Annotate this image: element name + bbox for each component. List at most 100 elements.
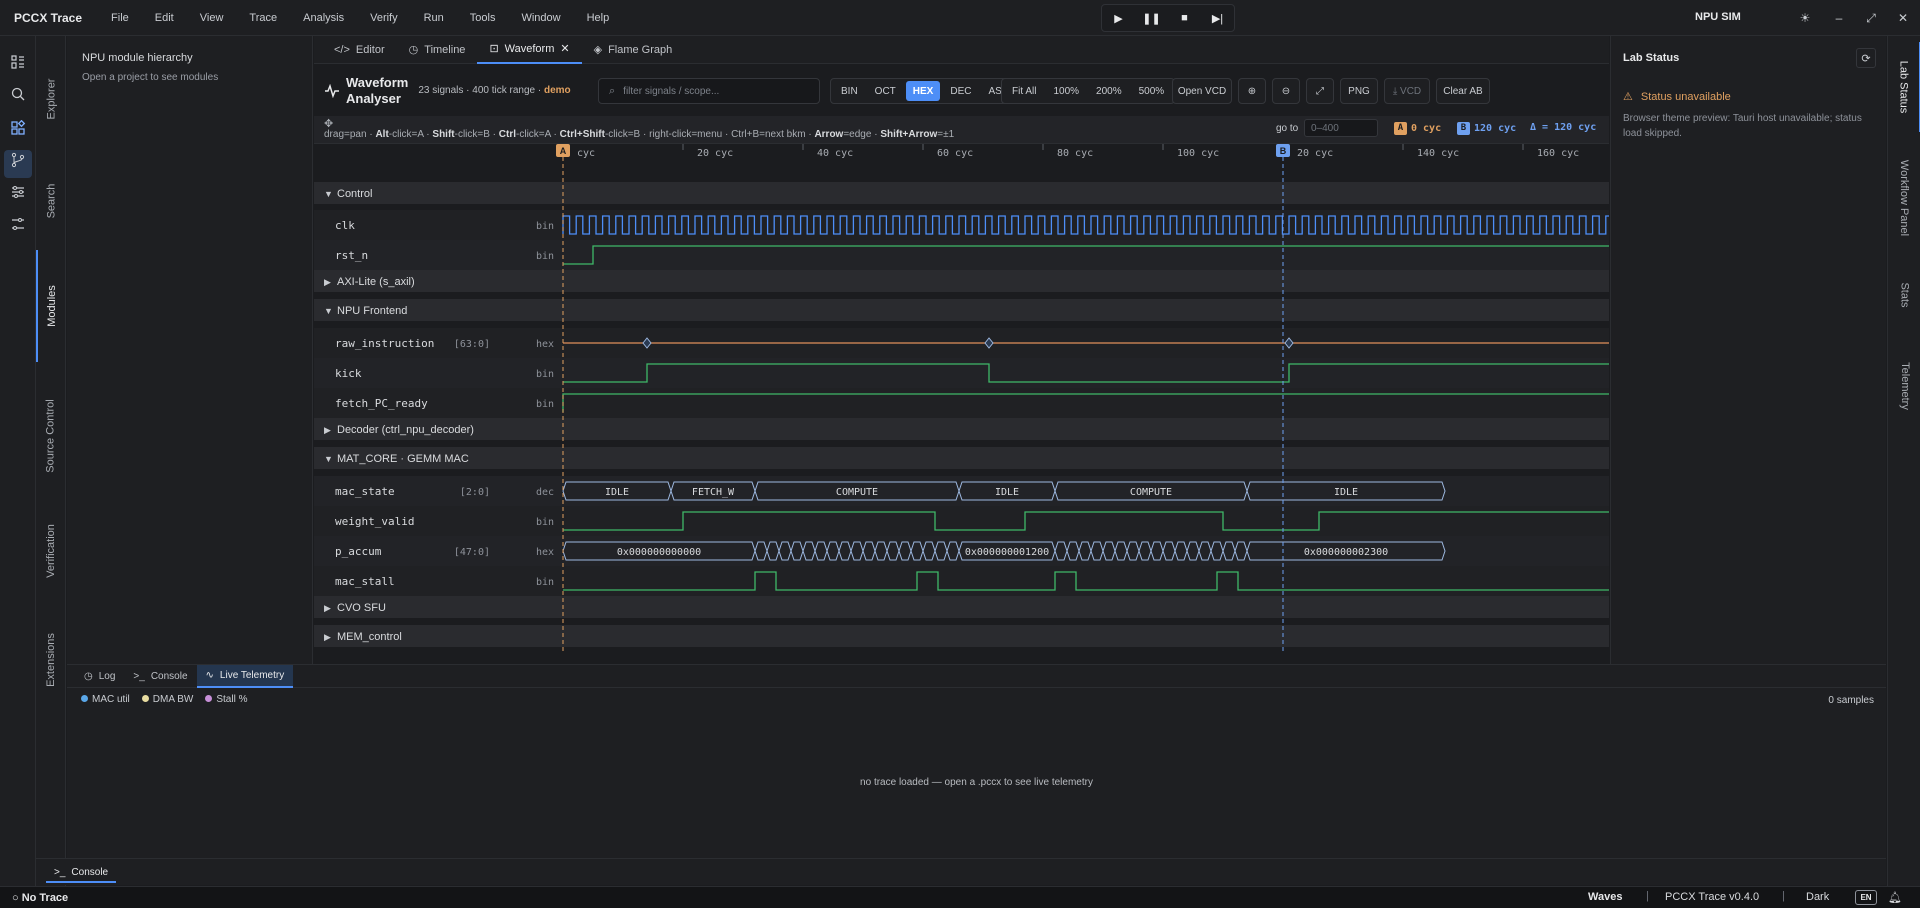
radix-oct-button[interactable]: OCT (868, 81, 903, 101)
status-bar: ○ No Trace Waves | PCCX Trace v0.4.0 | D… (0, 886, 1920, 908)
menu-trace[interactable]: Trace (236, 12, 290, 24)
waveform-canvas[interactable]: cyc 20 cyc 40 cyc 60 cyc 80 cyc 100 cyc 20 cyc… (314, 144, 1609, 652)
search-icon[interactable] (8, 84, 28, 104)
signal-radix: bin (536, 251, 554, 262)
rvtab-telemetry[interactable]: Telemetry (1888, 336, 1920, 436)
theme-toggle-icon[interactable]: ☀ (1795, 8, 1815, 28)
console-strip-tab[interactable]: >_ Console (46, 863, 117, 883)
modules-icon[interactable] (8, 118, 28, 138)
zoom-100-button[interactable]: 100% (1046, 81, 1086, 101)
explorer-icon[interactable] (8, 52, 28, 72)
activity-icon (325, 83, 339, 98)
signal-row (314, 240, 1609, 270)
tab-waveform[interactable]: ⊡ Waveform ✕ (477, 36, 582, 64)
verification-icon[interactable] (8, 182, 28, 202)
pause-icon[interactable]: ❚❚ (1142, 8, 1162, 28)
status-waves[interactable]: Waves (1588, 891, 1622, 903)
menu-run[interactable]: Run (411, 12, 457, 24)
rvtab-lab-status[interactable]: Lab Status (1888, 42, 1920, 132)
group-label: Decoder (ctrl_npu_decoder) (337, 424, 474, 436)
play-icon[interactable]: ▶ (1109, 8, 1129, 28)
bell-icon[interactable]: 🔔︎ (1888, 891, 1902, 904)
menu-verify[interactable]: Verify (357, 12, 411, 24)
export-vcd-button[interactable]: ⤓ VCD (1384, 78, 1430, 104)
close-icon[interactable]: ✕ (1893, 8, 1913, 28)
group-label: Control (337, 188, 372, 200)
menu-edit[interactable]: Edit (142, 12, 187, 24)
signal-row (314, 506, 1609, 536)
close-tab-icon[interactable]: ✕ (560, 42, 569, 55)
tab-editor[interactable]: </> Editor (322, 36, 397, 64)
radix-bin-button[interactable]: BIN (834, 81, 865, 101)
goto-input[interactable] (1304, 119, 1378, 137)
clear-ab-button[interactable]: Clear AB (1436, 78, 1490, 104)
zoom-out-icon[interactable]: ⊖ (1272, 78, 1300, 104)
vtab-explorer[interactable]: Explorer (36, 44, 66, 154)
minimize-icon[interactable]: – (1829, 8, 1849, 28)
signal-filter[interactable]: ⌕ (598, 78, 820, 104)
signal-name: rst_n (335, 249, 368, 262)
settings-sliders-icon[interactable] (8, 214, 28, 234)
tab-timeline[interactable]: ◷ Timeline (397, 36, 478, 64)
stop-icon[interactable]: ■ (1175, 8, 1195, 28)
fullscreen-icon[interactable]: ⤢ (1306, 78, 1334, 104)
p-accum-value: 0x000000001200 (965, 547, 1049, 558)
tab-console[interactable]: >_ Console (124, 665, 196, 688)
source-control-icon[interactable] (8, 150, 28, 170)
cursor-b-readout: B 120 cyc (1457, 122, 1516, 135)
signal-width: [47:0] (454, 547, 490, 558)
zoom-200-button[interactable]: 200% (1089, 81, 1129, 101)
rvtab-workflow-panel[interactable]: Workflow Panel (1888, 138, 1920, 258)
mac-state-value: COMPUTE (836, 487, 878, 498)
bottom-panel: ◷ Log >_ Console ∿ Live Telemetry MAC util … (67, 664, 1886, 858)
signal-radix: bin (536, 221, 554, 232)
zoom-group: Fit All 100% 200% 500% (1001, 78, 1176, 104)
radix-dec-button[interactable]: DEC (943, 81, 978, 101)
vtab-verification[interactable]: Verification (36, 496, 66, 606)
clock-icon: ◷ (408, 44, 419, 56)
vtab-source-control[interactable]: Source Control (36, 366, 66, 506)
status-theme[interactable]: Dark (1806, 891, 1829, 903)
legend-dma-bw[interactable]: DMA BW (141, 694, 193, 705)
group-label: NPU Frontend (337, 305, 407, 317)
menu-file[interactable]: File (98, 12, 142, 24)
module-sidebar: NPU module hierarchy Open a project to s… (67, 36, 313, 664)
fit-all-button[interactable]: Fit All (1005, 81, 1043, 101)
telemetry-legend: MAC util DMA BW Stall % (67, 688, 1886, 711)
expand-caret-icon: ▶ (324, 632, 331, 642)
transport-controls: ▶ ❚❚ ■ ▶| (1101, 4, 1235, 32)
sidebar-subtitle: Open a project to see modules (82, 72, 219, 83)
menu-window[interactable]: Window (508, 12, 573, 24)
vtab-modules[interactable]: Modules (36, 250, 66, 362)
waveform-toolbar: Waveform Analyser 23 signals · 400 tick r… (314, 65, 1609, 116)
zoom-in-icon[interactable]: ⊕ (1238, 78, 1266, 104)
signal-radix: bin (536, 577, 554, 588)
maximize-icon[interactable]: ⤢ (1861, 8, 1881, 28)
signal-name: mac_state (335, 485, 395, 498)
step-icon[interactable]: ▶| (1208, 8, 1228, 28)
menu-tools[interactable]: Tools (457, 12, 509, 24)
language-badge[interactable]: EN (1855, 890, 1877, 905)
tab-flame-graph[interactable]: ◈ Flame Graph (582, 36, 685, 64)
zoom-500-button[interactable]: 500% (1132, 81, 1172, 101)
signal-filter-input[interactable] (623, 85, 804, 97)
vtab-extensions[interactable]: Extensions (36, 610, 66, 710)
export-png-button[interactable]: PNG (1340, 78, 1378, 104)
tab-live-telemetry[interactable]: ∿ Live Telemetry (196, 664, 294, 688)
vtab-search[interactable]: Search (36, 156, 66, 246)
open-vcd-button[interactable]: Open VCD (1172, 78, 1232, 104)
legend-mac-util[interactable]: MAC util (81, 694, 130, 705)
refresh-icon[interactable]: ⟳ (1856, 48, 1876, 68)
menu-help[interactable]: Help (574, 12, 623, 24)
status-note: Browser theme preview: Tauri host unavai… (1623, 113, 1862, 139)
menu-analysis[interactable]: Analysis (290, 12, 357, 24)
radix-group: BIN OCT HEX DEC ASCII (830, 78, 1026, 104)
signal-name: raw_instruction (335, 337, 434, 350)
ruler-tick-label: 40 cyc (817, 148, 853, 159)
rvtab-stats[interactable]: Stats (1888, 264, 1920, 326)
legend-stall[interactable]: Stall % (205, 694, 247, 705)
radix-hex-button[interactable]: HEX (905, 81, 941, 101)
tab-log[interactable]: ◷ Log (75, 665, 124, 688)
signal-width: [2:0] (460, 487, 490, 498)
menu-view[interactable]: View (187, 12, 237, 24)
